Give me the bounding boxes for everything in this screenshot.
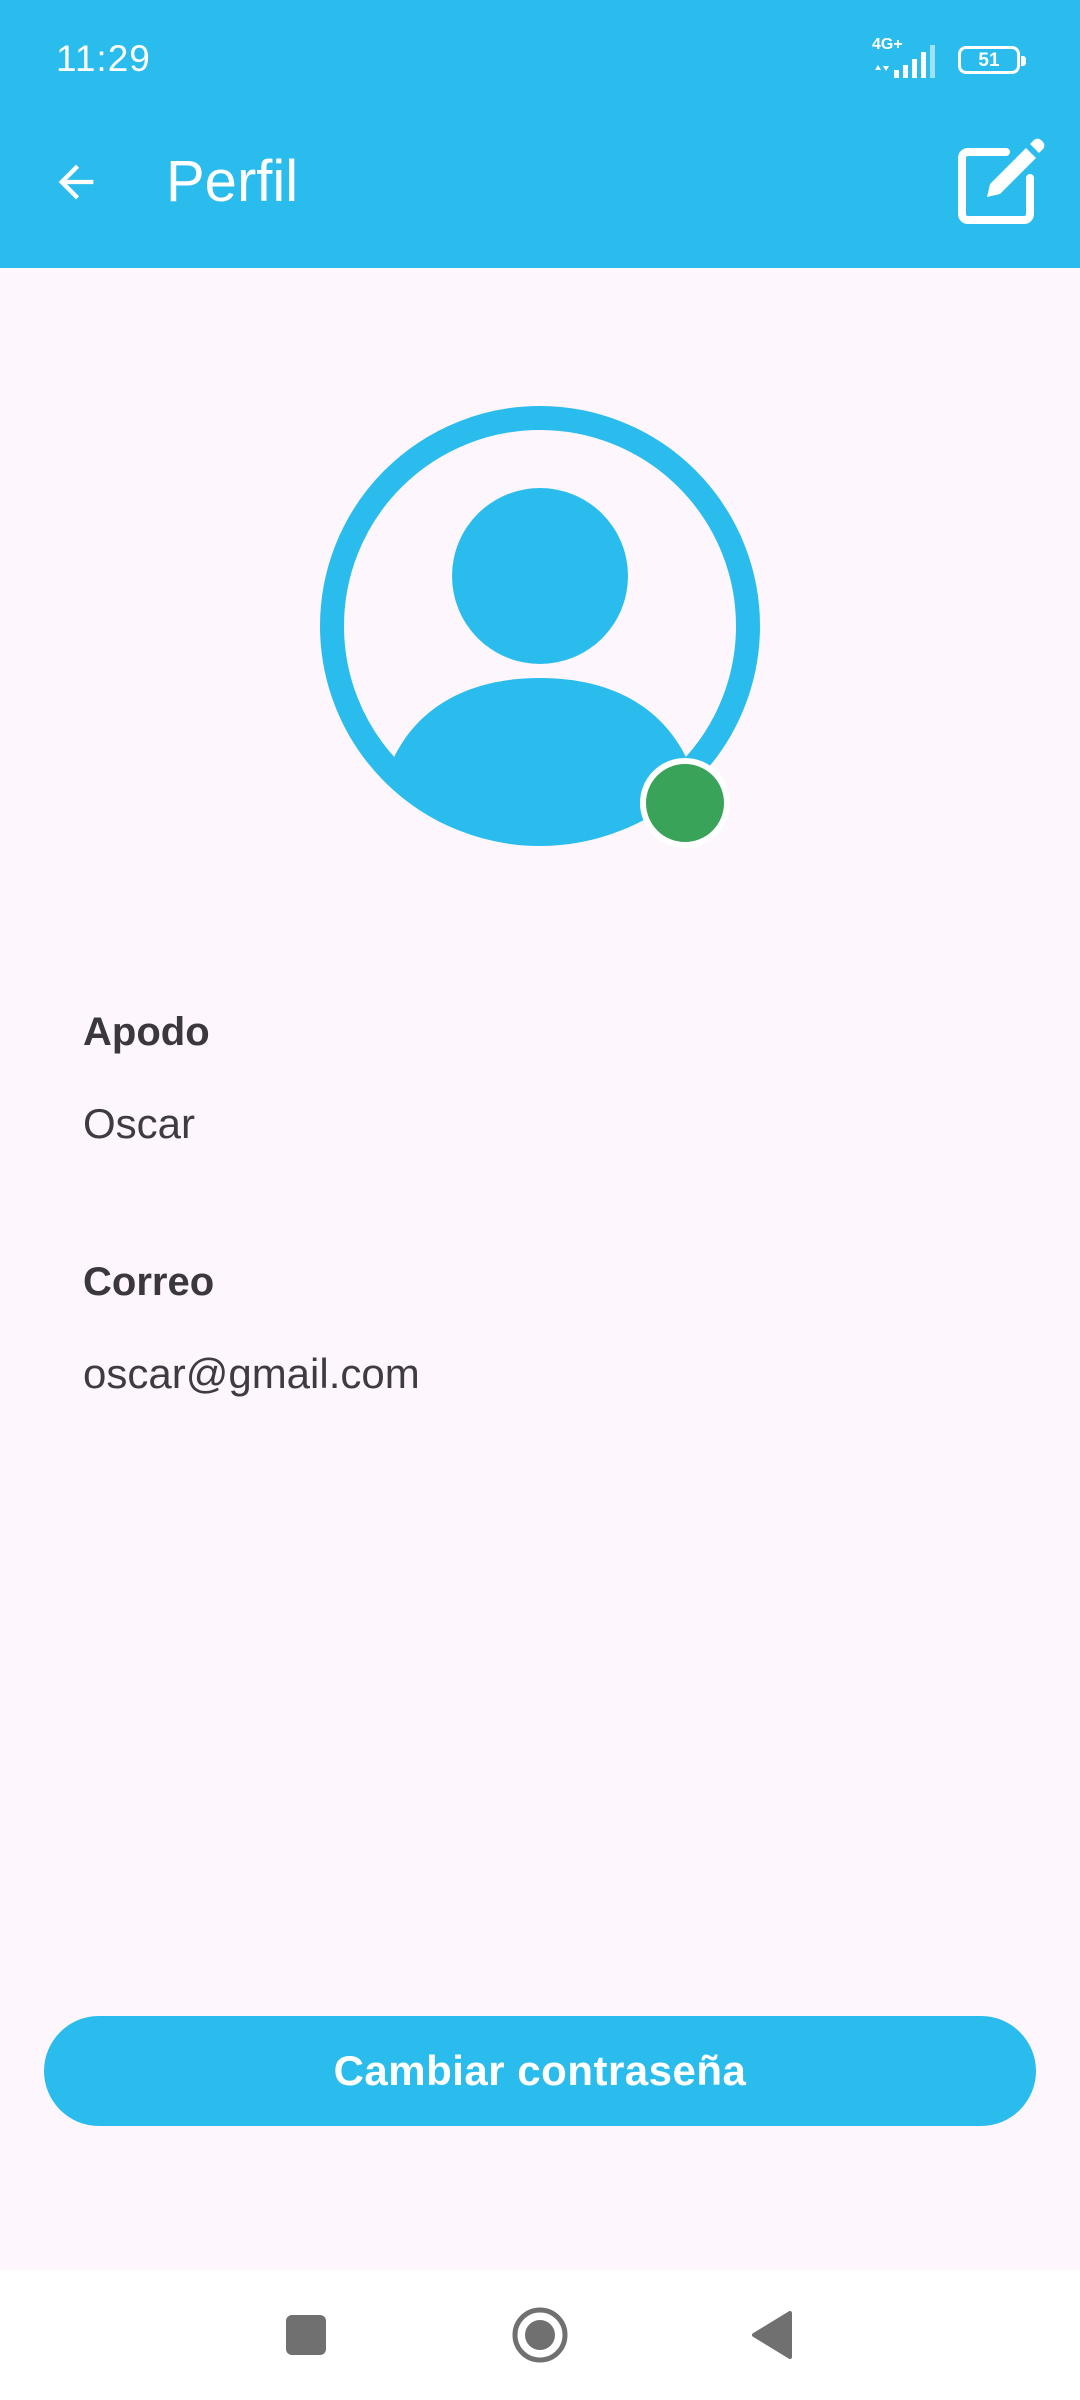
status-icons: 4G+ 51 <box>872 36 1026 80</box>
system-navigation-bar <box>0 2270 1080 2400</box>
top-app-bar: 11:29 4G+ 51 Perfil <box>0 0 1080 268</box>
profile-screen: 11:29 4G+ 51 Perfil Apodo Oscar Correo o… <box>0 0 1080 2400</box>
email-label: Correo <box>83 1260 215 1304</box>
back-button[interactable] <box>40 146 112 218</box>
online-status-dot <box>640 758 730 848</box>
back-nav-button[interactable] <box>712 2270 832 2400</box>
battery-icon: 51 <box>958 46 1026 74</box>
change-password-button[interactable]: Cambiar contraseña <box>44 2016 1036 2126</box>
edit-profile-button[interactable] <box>950 132 1050 232</box>
home-button[interactable] <box>480 2270 600 2400</box>
battery-level: 51 <box>978 49 1000 71</box>
edit-icon <box>958 138 1045 224</box>
back-triangle-icon <box>752 2311 792 2359</box>
network-type: 4G+ <box>872 36 903 53</box>
page-title: Perfil <box>166 149 299 214</box>
nickname-value: Oscar <box>83 1100 196 1147</box>
arrow-left-icon <box>58 164 94 200</box>
home-circle-icon <box>512 2307 568 2363</box>
signal-icon: 4G+ <box>872 36 944 80</box>
recents-button[interactable] <box>246 2270 366 2400</box>
status-time: 11:29 <box>56 38 151 79</box>
email-value: oscar@gmail.com <box>83 1350 420 1397</box>
nickname-label: Apodo <box>83 1010 210 1054</box>
recents-square-icon <box>286 2315 326 2355</box>
